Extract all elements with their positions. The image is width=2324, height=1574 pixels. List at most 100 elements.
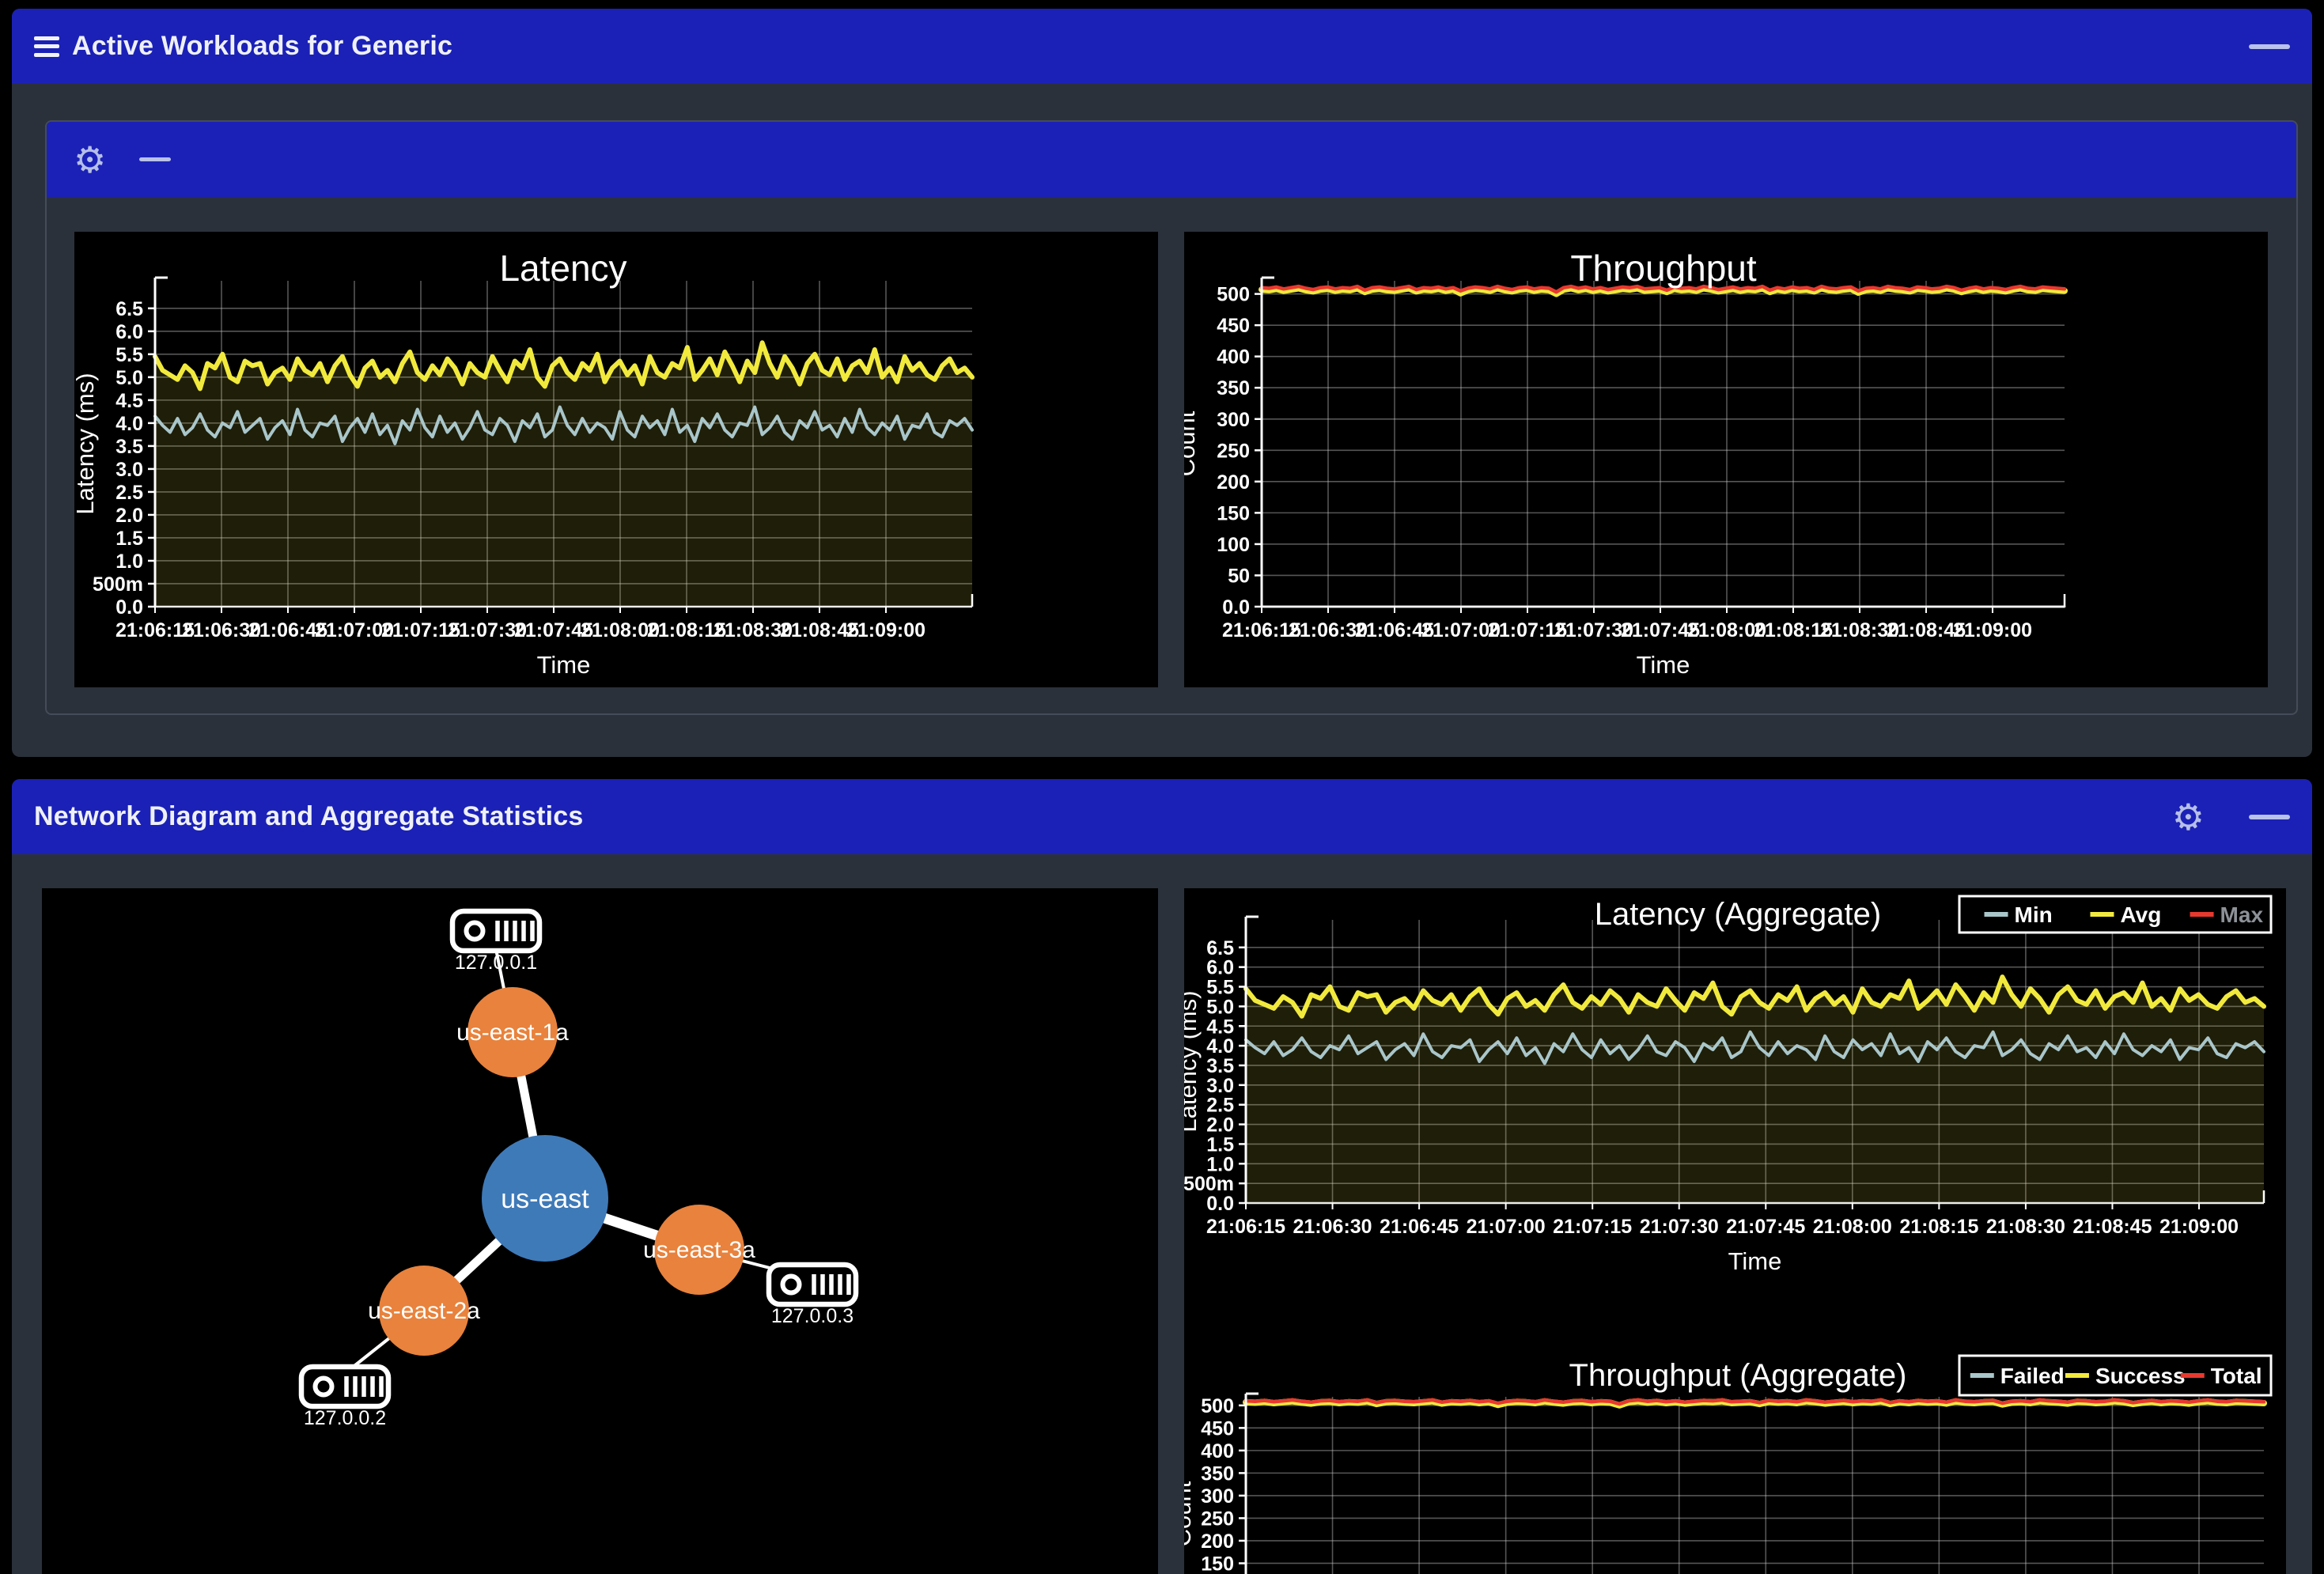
aggregate-stats-panel: 21:06:15 21:06:30 21:06:45 21:07:00 21:07:15…: [1184, 888, 2286, 1574]
legend-item-label: Avg: [2120, 902, 2161, 927]
y-tick-label: 500m: [93, 573, 143, 596]
server-node-127.0.0.2[interactable]: 127.0.0.2: [301, 1367, 388, 1429]
collapse-panel-icon[interactable]: [2249, 815, 2290, 819]
chart-legend: MinAvgMax: [1959, 896, 2271, 933]
y-tick-label: 2.0: [1206, 1114, 1234, 1137]
y-tick-label: 450: [1217, 315, 1250, 337]
zone-node-label: us-east-3a: [643, 1237, 755, 1263]
throughput_agg-svg: 21:06:1521:06:3021:06:4521:07:0021:07:15…: [1184, 1345, 2286, 1574]
y-tick-label: 4.0: [115, 413, 143, 435]
y-tick-label: 0.0: [115, 596, 143, 619]
server-node-label: 127.0.0.1: [455, 952, 537, 974]
y-tick-label: 2.5: [115, 482, 143, 504]
chart-title: Throughput (Aggregate): [1569, 1358, 1907, 1393]
network-diagram[interactable]: us-east-1a us-east-2a us-east-3a us-east 127…: [42, 888, 1158, 1574]
x-tick-label: 21:07:00: [1467, 1216, 1546, 1238]
legend-item-label: Success: [2095, 1364, 2186, 1388]
chart-title: Latency (Aggregate): [1595, 897, 1881, 932]
x-tick-label: 21:07:15: [1553, 1216, 1632, 1238]
panel-title: Active Workloads for Generic: [72, 31, 452, 62]
collapse-subpanel-icon[interactable]: [139, 157, 171, 161]
y-tick-label: 150: [1201, 1553, 1234, 1574]
x-axis-title: Time: [537, 651, 591, 679]
server-node-127.0.0.3[interactable]: 127.0.0.3: [769, 1265, 856, 1327]
y-tick-label: 350: [1217, 377, 1250, 399]
x-tick-label: 21:09:00: [846, 619, 925, 641]
y-axis-title: Count: [1184, 411, 1200, 476]
x-tick-label: 21:09:00: [1953, 619, 2032, 641]
y-tick-label: 4.5: [1206, 1016, 1234, 1038]
server-node-label: 127.0.0.2: [304, 1407, 386, 1429]
y-tick-label: 200: [1217, 471, 1250, 494]
y-tick-label: 0.0: [1206, 1193, 1234, 1215]
x-axis-title: Time: [1728, 1247, 1782, 1275]
legend-item-label: Total: [2211, 1364, 2262, 1388]
x-tick-label: 21:06:45: [1380, 1216, 1459, 1238]
panel-title: Network Diagram and Aggregate Statistics: [34, 801, 583, 832]
y-tick-label: 6.0: [115, 321, 143, 343]
throughput-svg: 21:06:1521:06:3021:06:4521:07:0021:07:15…: [1184, 232, 2268, 687]
x-axis-title: Time: [1637, 651, 1690, 679]
y-tick-label: 3.0: [115, 459, 143, 481]
x-tick-label: 21:06:15: [1206, 1216, 1285, 1238]
y-tick-label: 250: [1217, 440, 1250, 462]
zone-node-label: us-east-2a: [368, 1298, 480, 1324]
y-tick-label: 1.0: [1206, 1153, 1234, 1175]
y-tick-label: 1.5: [1206, 1133, 1234, 1156]
latency_agg-svg: 21:06:15 21:06:30 21:06:45 21:07:00 21:07:15…: [1184, 888, 2286, 1345]
x-tick-label: 21:08:45: [2072, 1216, 2152, 1238]
settings-gear-icon[interactable]: ⚙: [74, 142, 106, 178]
legend-item-label: Max: [2220, 902, 2264, 927]
settings-gear-icon[interactable]: ⚙: [2172, 799, 2205, 835]
y-tick-label: 1.0: [115, 551, 143, 573]
y-tick-label: 2.5: [1206, 1095, 1234, 1117]
x-tick-label: 21:08:00: [1813, 1216, 1892, 1238]
y-tick-label: 400: [1201, 1440, 1234, 1462]
zone-node-us-east-3a[interactable]: us-east-3a: [643, 1205, 755, 1295]
y-tick-label: 50: [1228, 565, 1250, 587]
latency-chart[interactable]: 21:06:1521:06:3021:06:4521:07:0021:07:15…: [74, 232, 1158, 687]
y-tick-label: 200: [1201, 1530, 1234, 1553]
y-tick-label: 6.0: [1206, 957, 1234, 979]
y-tick-label: 3.5: [1206, 1055, 1234, 1077]
y-tick-label: 5.5: [1206, 977, 1234, 999]
throughput-aggregate-chart[interactable]: 21:06:1521:06:3021:06:4521:07:0021:07:15…: [1184, 1345, 2286, 1574]
chart-title: Throughput: [1570, 248, 1756, 289]
menu-icon[interactable]: [34, 36, 59, 57]
x-tick-label: 21:06:30: [1293, 1216, 1372, 1238]
y-axis-title: Latency (ms): [74, 373, 99, 514]
collapse-panel-icon[interactable]: [2249, 44, 2290, 49]
server-node-127.0.0.1[interactable]: 127.0.0.1: [452, 911, 539, 974]
y-tick-label: 500: [1217, 284, 1250, 306]
chart-title: Latency: [499, 248, 626, 289]
avg-area: [155, 342, 972, 607]
latency-aggregate-chart[interactable]: 21:06:15 21:06:30 21:06:45 21:07:00 21:07:15…: [1184, 888, 2286, 1345]
server-node-label: 127.0.0.3: [771, 1305, 854, 1327]
y-tick-label: 500m: [1184, 1173, 1234, 1195]
y-tick-label: 300: [1217, 409, 1250, 431]
y-tick-label: 0.0: [1222, 596, 1250, 619]
y-tick-label: 2.0: [115, 505, 143, 527]
x-tick-label: 21:07:45: [1726, 1216, 1805, 1238]
y-tick-label: 5.0: [115, 367, 143, 389]
y-axis-title: Count: [1184, 1481, 1196, 1546]
y-tick-label: 150: [1217, 502, 1250, 524]
y-tick-label: 5.5: [115, 344, 143, 366]
y-tick-label: 5.0: [1206, 996, 1234, 1018]
zone-node-us-east-1a[interactable]: us-east-1a: [456, 987, 569, 1077]
y-axis-title: Latency (ms): [1184, 990, 1202, 1132]
y-tick-label: 6.5: [115, 298, 143, 320]
y-tick-label: 6.5: [1206, 937, 1234, 959]
y-tick-label: 3.0: [1206, 1075, 1234, 1097]
y-tick-label: 300: [1201, 1485, 1234, 1508]
chart-legend: Failed Success Total: [1959, 1356, 2271, 1395]
legend-item-label: Failed: [2000, 1364, 2065, 1388]
y-tick-label: 100: [1217, 534, 1250, 556]
region-node-us-east[interactable]: us-east: [482, 1135, 608, 1262]
throughput-chart[interactable]: 21:06:1521:06:3021:06:4521:07:0021:07:15…: [1184, 232, 2268, 687]
y-tick-label: 450: [1201, 1417, 1234, 1440]
y-tick-label: 500: [1201, 1395, 1234, 1417]
zone-node-label: us-east-1a: [456, 1020, 569, 1046]
x-tick-label: 21:08:15: [1899, 1216, 1978, 1238]
y-tick-label: 250: [1201, 1508, 1234, 1530]
